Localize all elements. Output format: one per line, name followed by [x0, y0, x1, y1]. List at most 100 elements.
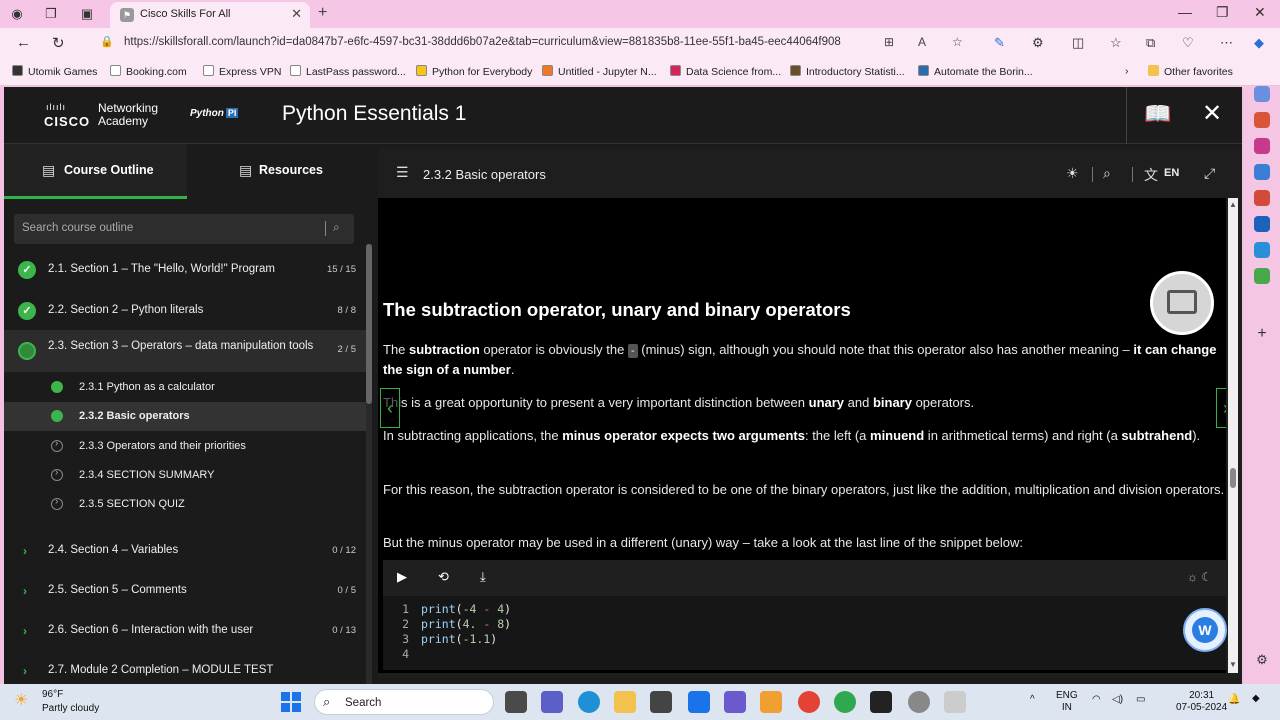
sidebar-outlook-icon[interactable] — [1254, 216, 1270, 232]
task-view-icon[interactable] — [505, 691, 527, 713]
sidebar-app-icon[interactable] — [1254, 86, 1270, 102]
outline-section-2-3[interactable]: 2.3. Section 3 – Operators – data manipu… — [4, 330, 366, 372]
outline-section-2-2[interactable]: ✓ 2.2. Section 2 – Python literals 8 / 8 — [4, 288, 366, 324]
maximize-icon[interactable]: ❐ — [1216, 4, 1229, 21]
lock-icon[interactable]: 🔒 — [100, 35, 114, 48]
outline-section-2-7[interactable]: › 2.7. Module 2 Completion – MODULE TEST — [4, 654, 366, 684]
outline-scroll-thumb[interactable] — [366, 244, 372, 404]
favorite-link[interactable]: Untitled - Jupyter N... — [542, 65, 657, 78]
minimize-icon[interactable]: — — [1178, 4, 1192, 20]
read-aloud-icon[interactable]: A — [918, 35, 926, 49]
app-icon[interactable] — [724, 691, 746, 713]
outline-item-2-3-4[interactable]: 2.3.4 SECTION SUMMARY — [4, 461, 366, 490]
language-selector[interactable]: EN — [1164, 167, 1179, 179]
download-icon[interactable]: ⤓ — [480, 569, 486, 585]
edge-icon[interactable] — [578, 691, 600, 713]
notification-icon[interactable]: 🔔 — [1228, 694, 1240, 706]
windows-start-icon[interactable] — [281, 692, 301, 712]
volume-icon[interactable]: ◁) — [1112, 694, 1123, 706]
window-close-icon[interactable]: ✕ — [1254, 4, 1266, 21]
more-icon[interactable]: ⋯ — [1220, 35, 1233, 51]
clock[interactable]: 20:31 07-05-2024 — [1176, 690, 1227, 714]
outline-item-2-3-2[interactable]: 2.3.2 Basic operators — [4, 402, 366, 431]
code-line[interactable]: 2 print(4. - 8) — [383, 617, 1226, 632]
sidebar-games-icon[interactable] — [1254, 138, 1270, 154]
translate-icon[interactable]: 文 — [1144, 165, 1158, 185]
tab-resources[interactable]: ▤ Resources — [189, 144, 372, 199]
assistant-chat-icon[interactable]: W — [1183, 608, 1227, 652]
copilot-taskbar-icon[interactable]: ◆ — [1252, 693, 1260, 705]
notepad-icon[interactable] — [944, 691, 966, 713]
file-explorer-icon[interactable] — [614, 691, 636, 713]
favorites-chevron-icon[interactable]: › — [1125, 65, 1129, 77]
favorite-link[interactable]: Utomik Games — [12, 65, 97, 78]
brightness-icon[interactable]: ☀ — [1066, 165, 1079, 182]
favorite-link[interactable]: Booking.com — [110, 65, 187, 78]
sidebar-settings-icon[interactable]: ⚙ — [1254, 652, 1270, 668]
store-icon[interactable] — [650, 691, 672, 713]
extensions-icon[interactable]: ⚙ — [1032, 35, 1044, 51]
tab-course-outline[interactable]: ▤ Course Outline — [4, 144, 187, 199]
outline-section-2-6[interactable]: › 2.6. Section 6 – Interaction with the … — [4, 614, 366, 648]
star-icon[interactable]: ☆ — [952, 35, 963, 49]
app-available-icon[interactable]: ⊞ — [884, 35, 894, 49]
favorite-link[interactable]: Data Science from... — [670, 65, 781, 78]
search-icon[interactable]: ⌕ — [1103, 165, 1111, 182]
language-indicator[interactable]: ENG IN — [1056, 690, 1078, 714]
copilot-pen-icon[interactable]: ✎ — [994, 35, 1005, 51]
play-icon[interactable]: ▶ — [397, 569, 407, 585]
favorite-link[interactable]: Automate the Borin... — [918, 65, 1033, 78]
sidebar-tools-icon[interactable] — [1254, 268, 1270, 284]
outline-section-2-1[interactable]: ✓ 2.1. Section 1 – The "Hello, World!" P… — [4, 252, 366, 288]
tab-close-icon[interactable]: ✕ — [291, 6, 302, 22]
taskbar-search[interactable]: ⌕ Search — [314, 689, 494, 715]
chevron-left-icon[interactable]: ‹ — [380, 388, 400, 428]
chevron-right-icon[interactable]: › — [1216, 388, 1226, 428]
settings-icon[interactable] — [908, 691, 930, 713]
workspaces-icon[interactable]: ❐ — [42, 5, 60, 23]
code-line[interactable]: 4 — [383, 647, 1226, 662]
browser-essentials-icon[interactable]: ♡ — [1182, 35, 1194, 51]
battery-icon[interactable]: ▭ — [1136, 694, 1145, 706]
favorite-link[interactable]: Introductory Statisti... — [790, 65, 905, 78]
favorites-icon[interactable]: ☆ — [1110, 35, 1122, 51]
tab-actions-icon[interactable]: ▣ — [78, 5, 96, 23]
collections-icon[interactable]: ⧉ — [1146, 35, 1155, 51]
url-field[interactable]: 🔒 https://skillsforall.com/launch?id=da0… — [92, 31, 977, 55]
sidebar-office-icon[interactable] — [1254, 164, 1270, 180]
copilot-icon[interactable]: ◆ — [1254, 35, 1264, 51]
outline-section-2-4[interactable]: › 2.4. Section 4 – Variables 0 / 12 — [4, 534, 366, 568]
content-scroll-thumb[interactable] — [1230, 468, 1236, 488]
sidebar-send-icon[interactable] — [1254, 242, 1270, 258]
chrome-icon[interactable] — [798, 691, 820, 713]
chrome-profile-icon[interactable] — [834, 691, 856, 713]
outline-item-2-3-1[interactable]: 2.3.1 Python as a calculator — [4, 373, 366, 402]
outline-scrollbar[interactable] — [366, 244, 372, 684]
reset-icon[interactable]: ⟲ — [438, 569, 449, 585]
profile-icon[interactable]: ◉ — [8, 5, 26, 23]
presentation-mode-icon[interactable] — [1150, 271, 1214, 335]
back-icon[interactable]: ← — [16, 34, 31, 51]
active-tab[interactable]: ⚑ Cisco Skills For All ✕ — [110, 2, 310, 28]
outline-item-2-3-3[interactable]: 2.3.3 Operators and their priorities — [4, 432, 366, 461]
outline-search-input[interactable]: Search course outline ⌕ — [14, 214, 354, 244]
theme-toggle-icon[interactable]: ☼ ☾ — [1187, 570, 1212, 584]
search-icon[interactable]: ⌕ — [333, 220, 340, 235]
weather-widget[interactable]: ☀ 96°F Partly cloudy — [14, 687, 124, 717]
terminal-icon[interactable] — [870, 691, 892, 713]
mail-icon[interactable] — [688, 691, 710, 713]
code-line[interactable]: 3 print(-1.1) — [383, 632, 1226, 647]
menu-icon[interactable]: ☰ — [396, 164, 409, 181]
code-line[interactable]: 1 print(-4 - 4) — [383, 602, 1226, 617]
sidebar-add-icon[interactable]: + — [1254, 326, 1270, 342]
scroll-up-icon[interactable]: ▲ — [1229, 200, 1237, 209]
refresh-icon[interactable]: ↻ — [52, 34, 65, 52]
other-favorites[interactable]: Other favorites — [1148, 65, 1233, 78]
close-icon[interactable]: ✕ — [1202, 99, 1222, 128]
sublime-icon[interactable] — [760, 691, 782, 713]
scroll-down-icon[interactable]: ▼ — [1229, 660, 1237, 669]
outline-item-2-3-5[interactable]: 2.3.5 SECTION QUIZ — [4, 490, 366, 519]
favorite-link[interactable]: Python for Everybody — [416, 65, 532, 78]
favorite-link[interactable]: Express VPN — [203, 65, 281, 78]
sidebar-m365-icon[interactable] — [1254, 190, 1270, 206]
